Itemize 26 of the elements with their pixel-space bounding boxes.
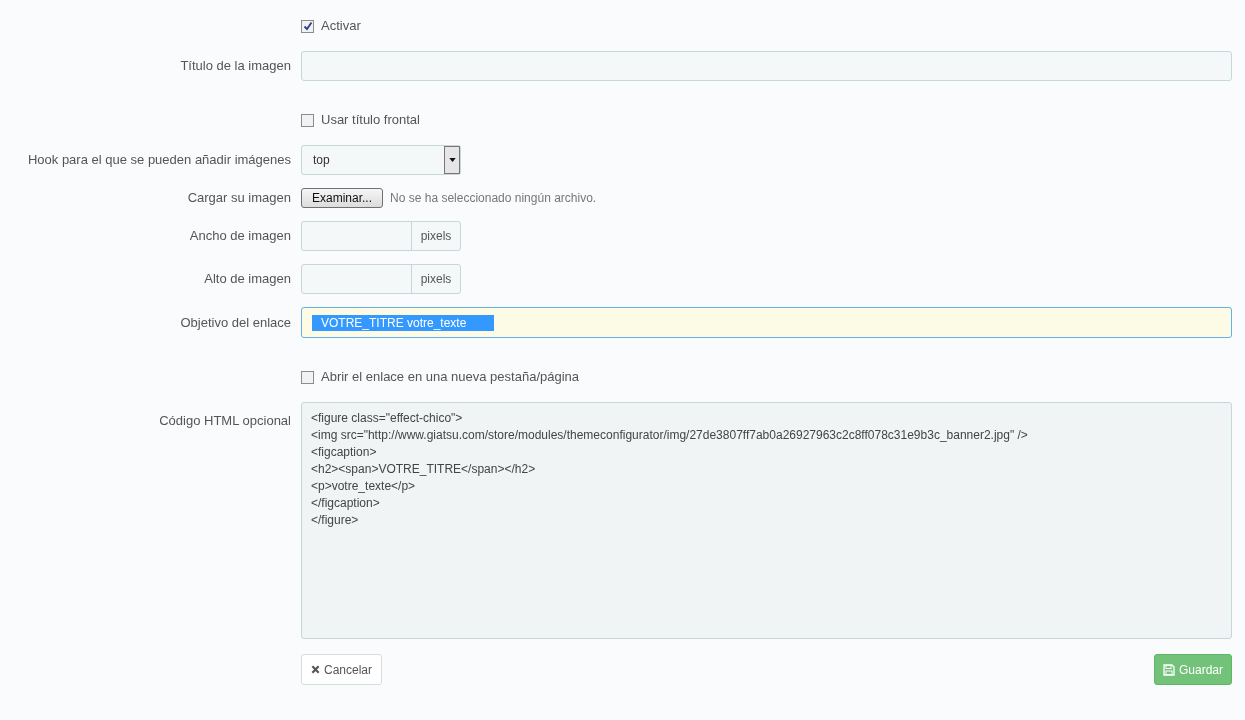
close-icon — [311, 665, 320, 674]
checkbox[interactable] — [301, 370, 314, 384]
checkbox[interactable] — [301, 19, 314, 33]
field-label: Cargar su imagen — [187, 190, 291, 206]
unit-addon: pixels — [419, 228, 453, 245]
pixels-input-field[interactable]: pixels — [301, 221, 461, 251]
unit-addon: pixels — [419, 271, 453, 288]
selected-text: VOTRE_TITRE votre_texte — [312, 314, 495, 331]
pixels-input-field[interactable]: pixels — [301, 264, 461, 294]
text-field[interactable] — [301, 51, 1232, 81]
field-label: Título de la imagen — [180, 58, 291, 74]
html-code-textarea[interactable]: <figure class="effect-chico"> <img src="http://www.giatsu.com/store/modules/themeconfigurator/img/27de3807ff7ab0a26927963c2c8ff078c31e9b3c_banner2.jpg" /> <figcaption> <h2><span>VOTRE_TITRE</span></h2> <p>votre_texte</p> </figcaption> </figure> — [301, 402, 1232, 639]
checkbox-label: Activar — [321, 17, 361, 36]
checkbox-label: Abrir el enlace en una nueva pestaña/página — [321, 368, 580, 387]
field-label: Código HTML opcional — [159, 413, 291, 428]
field-label: Hook para el que se pueden añadir imágenes — [27, 152, 291, 168]
checkbox[interactable] — [301, 113, 314, 127]
select-field[interactable]: top — [301, 145, 461, 175]
checkbox-label: Usar título frontal — [321, 111, 420, 130]
file-status-text: No se ha seleccionado ningún archivo. — [390, 190, 597, 207]
field-label: Alto de imagen — [204, 271, 291, 287]
field-label: Objetivo del enlace — [180, 314, 291, 330]
cancel-button[interactable]: Cancelar — [301, 654, 383, 685]
dropdown-caret-icon[interactable] — [444, 146, 460, 174]
browse-button[interactable]: Examinar... — [301, 188, 384, 208]
field-label: Ancho de imagen — [189, 228, 291, 244]
